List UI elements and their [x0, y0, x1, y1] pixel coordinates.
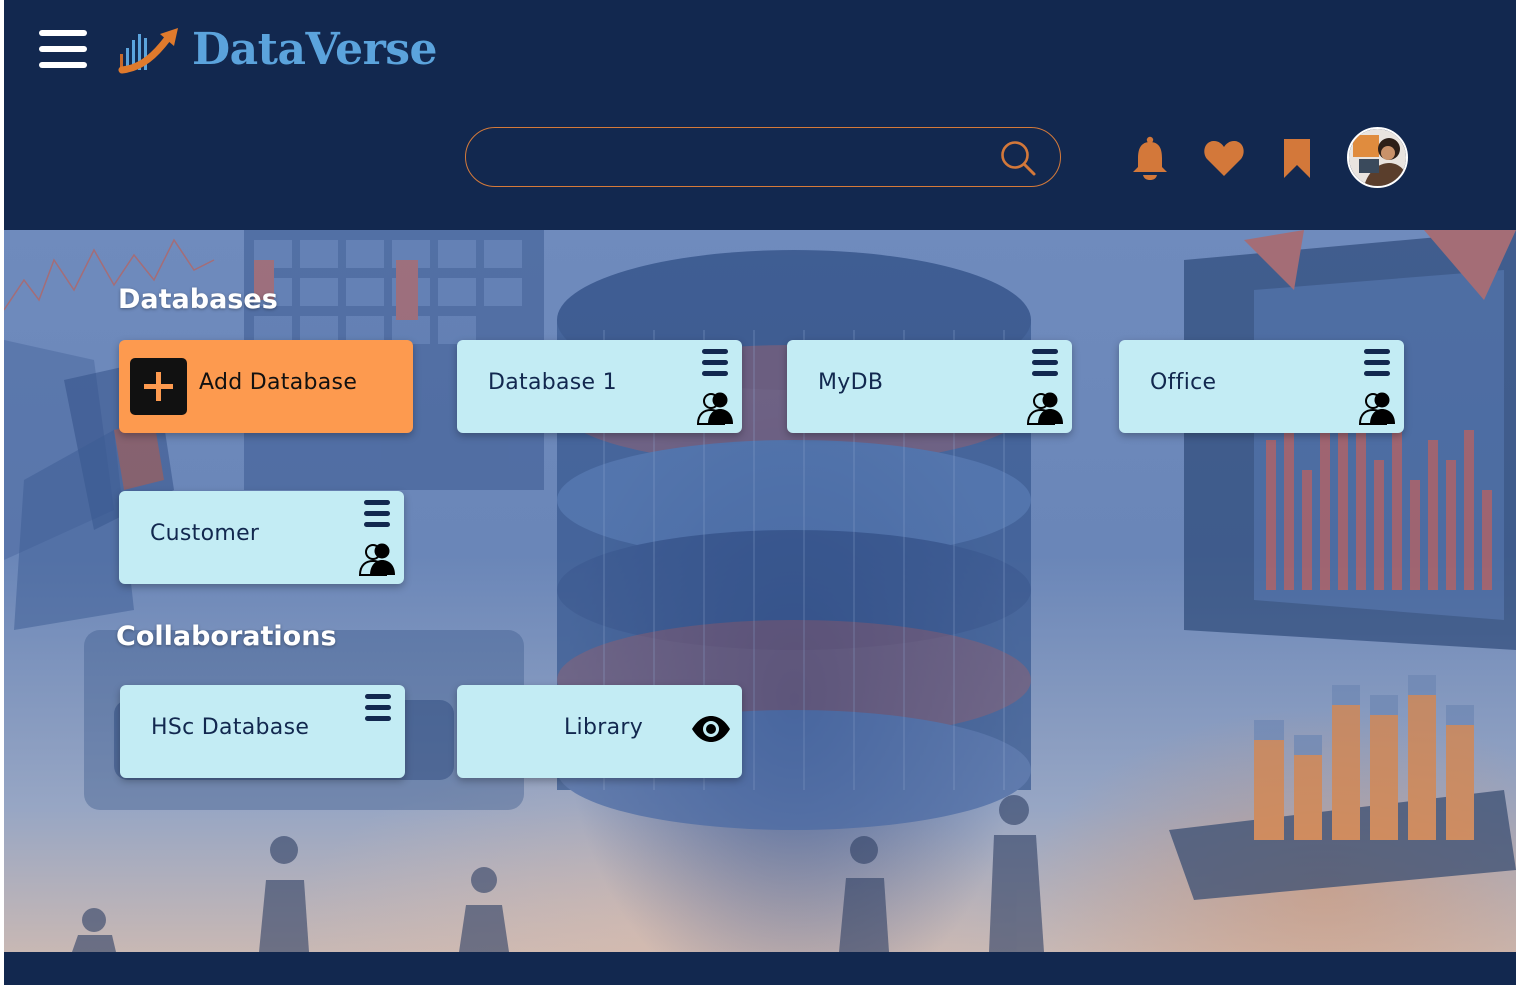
database-card[interactable]: Database 1: [457, 340, 742, 433]
menu-icon[interactable]: [362, 499, 392, 529]
share-users-icon[interactable]: [696, 390, 736, 426]
database-name: Database 1: [488, 370, 617, 395]
add-database-button[interactable]: Add Database: [119, 340, 413, 433]
collaboration-name: HSc Database: [151, 715, 310, 740]
search-bar: [465, 127, 1061, 187]
collaboration-card[interactable]: Library: [457, 685, 742, 778]
menu-icon[interactable]: [363, 693, 393, 723]
databases-section-title: Databases: [118, 284, 278, 315]
heart-icon[interactable]: [1202, 134, 1246, 182]
search-input[interactable]: [490, 136, 990, 178]
eye-icon[interactable]: [690, 714, 732, 744]
menu-icon[interactable]: [1030, 348, 1060, 378]
growth-chart-logo-icon: [118, 28, 178, 74]
share-users-icon[interactable]: [1358, 390, 1398, 426]
bookmark-icon[interactable]: [1275, 134, 1319, 182]
collaboration-name: Library: [564, 715, 644, 740]
plus-icon: [130, 358, 187, 415]
database-card[interactable]: Customer: [119, 491, 404, 584]
app-window: DataVerse Databases Add Database Databas…: [4, 0, 1516, 985]
share-users-icon[interactable]: [358, 541, 398, 577]
bell-icon[interactable]: [1128, 134, 1172, 182]
collaboration-card[interactable]: HSc Database: [120, 685, 405, 778]
main-content: Databases Add Database Database 1 MyDB O…: [4, 230, 1516, 952]
hamburger-menu-icon[interactable]: [39, 28, 87, 70]
top-header: DataVerse: [4, 0, 1516, 230]
background-illustration: [4, 230, 1516, 952]
avatar[interactable]: [1347, 127, 1408, 188]
database-name: MyDB: [818, 370, 884, 395]
menu-icon[interactable]: [700, 348, 730, 378]
add-database-label: Add Database: [199, 370, 358, 395]
database-name: Office: [1150, 370, 1217, 395]
share-users-icon[interactable]: [1026, 390, 1066, 426]
database-card[interactable]: Office: [1119, 340, 1404, 433]
menu-icon[interactable]: [1362, 348, 1392, 378]
app-logo-text[interactable]: DataVerse: [192, 22, 438, 78]
database-name: Customer: [150, 521, 260, 546]
search-icon[interactable]: [998, 138, 1038, 178]
database-card[interactable]: MyDB: [787, 340, 1072, 433]
footer-bar: [4, 952, 1516, 985]
collaborations-section-title: Collaborations: [116, 621, 337, 652]
